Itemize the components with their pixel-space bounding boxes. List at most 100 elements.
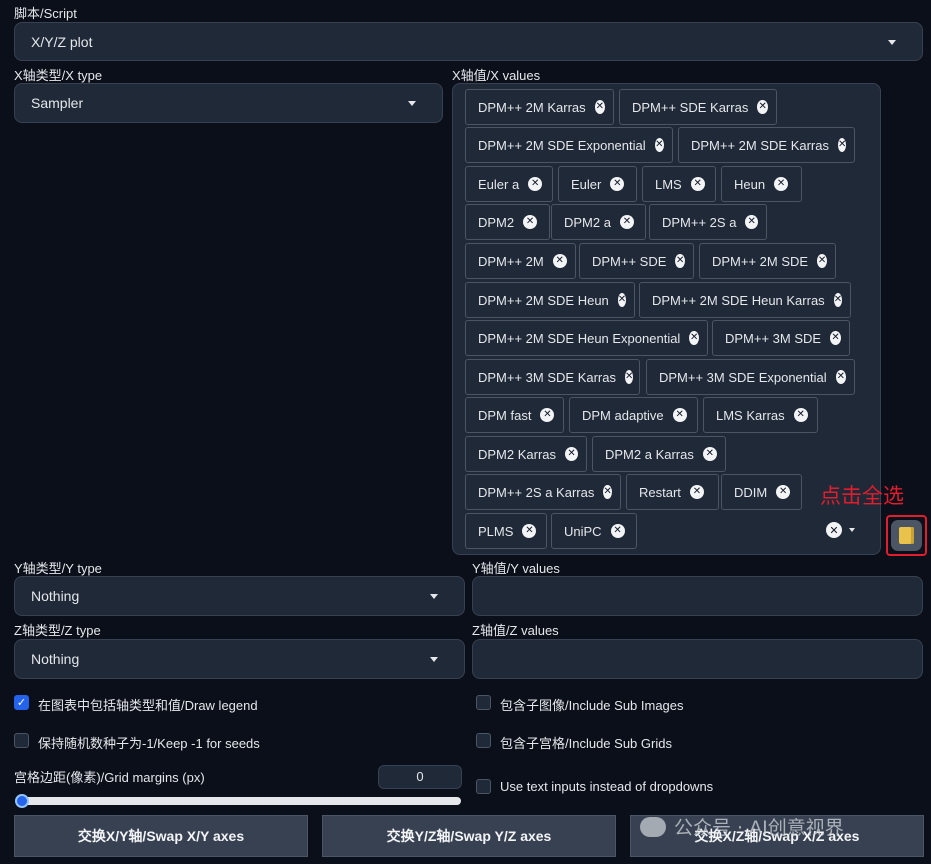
value-chip-label: DPM2 a	[564, 214, 611, 230]
select-all-annotation: 点击全选	[820, 484, 904, 508]
value-chip: DPM++ 2M SDE Heun ✕	[465, 282, 635, 318]
remove-chip-icon[interactable]: ✕	[838, 138, 847, 152]
value-chip: UniPC ✕	[551, 513, 637, 549]
draw-legend-label: 在图表中包括轴类型和值/Draw legend	[38, 698, 258, 713]
chevron-down-icon[interactable]	[849, 528, 855, 532]
remove-chip-icon[interactable]: ✕	[817, 254, 827, 268]
x-values-label: X轴值/X values	[452, 68, 541, 83]
remove-chip-icon[interactable]: ✕	[610, 177, 625, 191]
value-chip-label: DDIM	[734, 484, 768, 500]
y-type-dropdown[interactable]: Nothing	[14, 576, 465, 616]
value-chip-label: UniPC	[564, 523, 602, 539]
value-chip: DPM++ 2M SDE Karras ✕	[678, 127, 855, 163]
value-chip-label: DPM++ 2M SDE Heun	[478, 292, 609, 308]
grid-margins-slider-thumb[interactable]	[15, 794, 29, 808]
remove-chip-icon[interactable]: ✕	[540, 408, 555, 422]
remove-chip-icon[interactable]: ✕	[702, 447, 717, 461]
select-all-inner	[891, 520, 922, 551]
remove-chip-icon[interactable]: ✕	[619, 215, 634, 229]
clear-all-icon[interactable]: ✕	[826, 522, 842, 538]
remove-chip-icon[interactable]: ✕	[603, 485, 612, 499]
value-chip-label: DPM2 a Karras	[605, 446, 694, 462]
value-chip: DPM++ SDE ✕	[579, 243, 694, 279]
keep-seeds-checkbox[interactable]	[14, 733, 29, 748]
y-values-input[interactable]	[472, 576, 923, 616]
remove-chip-icon[interactable]: ✕	[689, 485, 704, 499]
remove-chip-icon[interactable]: ✕	[617, 293, 627, 307]
value-chip-label: DPM++ 2M SDE Karras	[691, 137, 829, 153]
value-chip-label: Heun	[734, 176, 766, 192]
value-chip-label: DPM++ 3M SDE	[725, 330, 822, 346]
value-chip-label: DPM++ SDE	[592, 253, 667, 269]
remove-chip-icon[interactable]: ✕	[594, 100, 605, 114]
value-chip: LMS Karras ✕	[703, 397, 818, 433]
y-type-value: Nothing	[31, 588, 80, 604]
x-type-value: Sampler	[31, 95, 84, 111]
value-chip: DPM++ 3M SDE Exponential ✕	[646, 359, 855, 395]
draw-legend-checkbox[interactable]: ✓	[14, 695, 29, 710]
value-chip-label: DPM++ 2M Karras	[478, 99, 586, 115]
value-chip: DDIM ✕	[721, 474, 802, 510]
remove-chip-icon[interactable]: ✕	[523, 215, 538, 229]
z-values-input[interactable]	[472, 639, 923, 679]
remove-chip-icon[interactable]: ✕	[774, 177, 789, 191]
remove-chip-icon[interactable]: ✕	[522, 524, 537, 538]
remove-chip-icon[interactable]: ✕	[552, 254, 567, 268]
wechat-icon	[640, 816, 666, 837]
value-chip-label: LMS	[655, 176, 682, 192]
swap-yz-button[interactable]: 交换Y/Z轴/Swap Y/Z axes	[322, 815, 616, 857]
value-chip: DPM++ 2M SDE ✕	[699, 243, 836, 279]
swap-xy-button[interactable]: 交换X/Y轴/Swap X/Y axes	[14, 815, 308, 857]
value-chip: Euler a ✕	[465, 166, 553, 202]
chevron-down-icon	[888, 39, 896, 45]
value-chip: DPM2 ✕	[465, 204, 550, 240]
remove-chip-icon[interactable]: ✕	[757, 100, 768, 114]
z-type-dropdown[interactable]: Nothing	[14, 639, 465, 679]
value-chip-label: DPM fast	[478, 407, 532, 423]
value-chip: DPM++ 2S a Karras ✕	[465, 474, 621, 510]
remove-chip-icon[interactable]: ✕	[793, 408, 808, 422]
value-chip-label: Euler	[571, 176, 602, 192]
include-sub-images-label: 包含子图像/Include Sub Images	[500, 698, 684, 713]
remove-chip-icon[interactable]: ✕	[690, 177, 705, 191]
remove-chip-icon[interactable]: ✕	[654, 138, 664, 152]
watermark-text: 公众号 · AI创意视界	[674, 817, 844, 839]
remove-chip-icon[interactable]: ✕	[672, 408, 687, 422]
z-type-value: Nothing	[31, 651, 80, 667]
folder-icon	[899, 527, 914, 544]
remove-chip-icon[interactable]: ✕	[625, 370, 634, 384]
z-type-label: Z轴类型/Z type	[14, 623, 101, 638]
value-chip: Euler ✕	[558, 166, 637, 202]
grid-margins-slider[interactable]	[18, 797, 461, 805]
x-type-dropdown[interactable]: Sampler	[14, 83, 443, 123]
use-text-inputs-label: Use text inputs instead of dropdowns	[500, 779, 714, 794]
include-sub-images-checkbox[interactable]	[476, 695, 491, 710]
value-chip: DPM++ 2S a ✕	[649, 204, 767, 240]
value-chip: Restart ✕	[626, 474, 719, 510]
value-chip-label: DPM++ 2M SDE Exponential	[478, 137, 646, 153]
grid-margins-number-input[interactable]: 0	[378, 765, 462, 789]
remove-chip-icon[interactable]: ✕	[830, 331, 841, 345]
remove-chip-icon[interactable]: ✕	[833, 293, 843, 307]
remove-chip-icon[interactable]: ✕	[675, 254, 685, 268]
remove-chip-icon[interactable]: ✕	[835, 370, 846, 384]
use-text-inputs-checkbox[interactable]	[476, 779, 491, 794]
value-chip: DPM adaptive ✕	[569, 397, 698, 433]
include-sub-grids-checkbox[interactable]	[476, 733, 491, 748]
value-chip-label: DPM adaptive	[582, 407, 664, 423]
remove-chip-icon[interactable]: ✕	[528, 177, 543, 191]
value-chip-label: DPM++ 2M	[478, 253, 544, 269]
select-all-button[interactable]	[886, 515, 927, 556]
remove-chip-icon[interactable]: ✕	[776, 485, 791, 499]
value-chip: DPM++ 2M SDE Heun Karras ✕	[639, 282, 851, 318]
value-chip-label: DPM++ 2M SDE Heun Karras	[652, 292, 825, 308]
value-chip-label: DPM++ 3M SDE Exponential	[659, 369, 827, 385]
remove-chip-icon[interactable]: ✕	[610, 524, 625, 538]
value-chip: Heun ✕	[721, 166, 802, 202]
remove-chip-icon[interactable]: ✕	[689, 331, 699, 345]
remove-chip-icon[interactable]: ✕	[745, 215, 758, 229]
value-chip: DPM++ 3M SDE ✕	[712, 320, 850, 356]
script-dropdown[interactable]: X/Y/Z plot	[14, 22, 923, 61]
remove-chip-icon[interactable]: ✕	[565, 447, 578, 461]
value-chip: DPM++ 2M SDE Exponential ✕	[465, 127, 673, 163]
